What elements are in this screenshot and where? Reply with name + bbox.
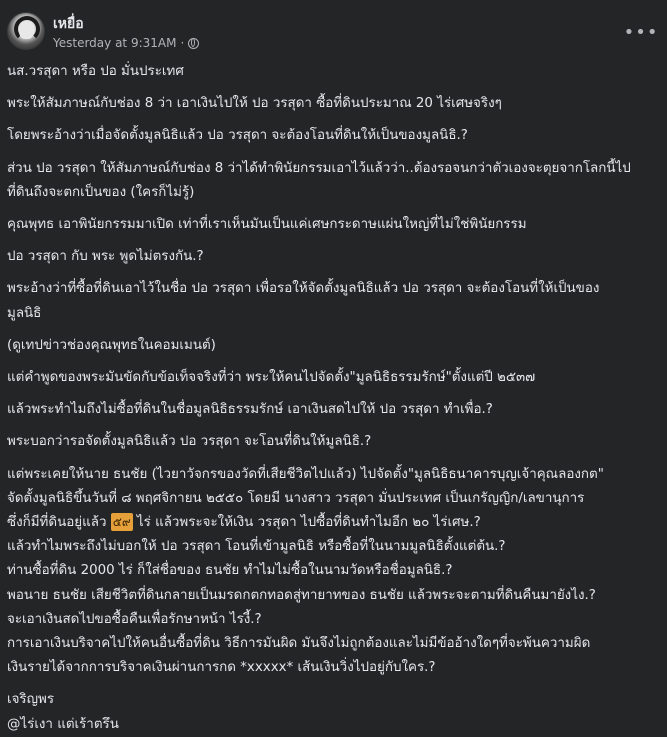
- globe-icon[interactable]: [188, 37, 200, 49]
- post-line: จัดตั้งมูลนิธิขึ้นวันที่ ๘ พฤศจิกายน ๒๕๕…: [7, 490, 585, 506]
- more-options-button[interactable]: •••: [624, 18, 658, 46]
- author-name[interactable]: เหยื่อ: [53, 13, 84, 35]
- avatar[interactable]: [7, 12, 45, 50]
- facebook-post: เหยื่อ Yesterday at 9:31AM · ••• นส.วรสุ…: [0, 0, 667, 732]
- meta-separator: ·: [180, 36, 185, 50]
- post-mention[interactable]: @ไร่เงา แต่เร้าตรึน: [7, 713, 657, 737]
- post-line: พอนาย ธนชัย เสียชีวิตที่ดินกลายเป็นมรดกต…: [7, 587, 596, 603]
- post-body: นส.วรสุดา หรือ ปอ มั่นประเทศ พระให้สัมภา…: [7, 60, 657, 737]
- post-line-part: ไร่ แล้วพระจะให้เงิน วรสุดา ไปซื้อที่ดิน…: [136, 515, 481, 531]
- post-line: พระให้สัมภาษณ์กับช่อง 8 ว่า เอาเงินไปให้…: [7, 96, 502, 112]
- post-line: ปอ วรสุดา กับ พระ พูดไม่ตรงกัน.?: [7, 249, 204, 265]
- post-line: พระบอกว่ารอจัดตั้งมูลนิธิแล้ว ปอ วรสุดา …: [7, 434, 372, 450]
- post-line: โดยพระอ้างว่าเมื่อจัดตั้งมูลนิธิแล้ว ปอ …: [7, 128, 468, 144]
- post-line-with-badge: ซึ่งก็มีที่ดินอยู่แล้ว ๕๙ ไร่ แล้วพระจะใ…: [7, 511, 657, 535]
- post-timestamp[interactable]: Yesterday at 9:31AM: [53, 36, 176, 50]
- post-header: เหยื่อ Yesterday at 9:31AM · •••: [0, 0, 667, 64]
- post-line: แต่พระเคยให้นาย ธนชัย (ไวยาวัจกรของวัดที…: [7, 466, 604, 482]
- number-badge: ๕๙: [110, 513, 133, 532]
- post-line: มูลนิธิ: [7, 305, 42, 321]
- post-signature: เจริญพร: [7, 692, 55, 708]
- post-line: การเอาเงินบริจาคไปให้คนอื่นซื้อที่ดิน วิ…: [7, 636, 591, 652]
- post-line: ที่ดินถึงจะตกเป็นของ (ใครก็ไม่รู้): [7, 184, 195, 200]
- post-line: แต่คำพูดของพระมันขัดกับข้อเท็จจริงที่ว่า…: [7, 370, 536, 386]
- post-line: แล้วพระทำไมถึงไม่ซื้อที่ดินในชื่อมูลนิธิ…: [7, 402, 493, 418]
- post-line: แล้วทำไมพระถึงไม่บอกให้ ปอ วรสุดา โอนที่…: [7, 539, 506, 555]
- post-meta: Yesterday at 9:31AM ·: [53, 36, 200, 50]
- post-line: นส.วรสุดา หรือ ปอ มั่นประเทศ: [7, 64, 184, 79]
- post-line: ส่วน ปอ วรสุดา ให้สัมภาษณ์กับช่อง 8 ว่าไ…: [7, 160, 631, 176]
- post-line: คุณพุทธ เอาพินัยกรรมมาเปิด เท่าที่เราเห็…: [7, 217, 527, 233]
- post-line-part: ซึ่งก็มีที่ดินอยู่แล้ว: [7, 515, 107, 531]
- avatar-face: [19, 21, 34, 39]
- post-line: พระอ้างว่าที่ซื้อที่ดินเอาไว้ในชื่อ ปอ ว…: [7, 281, 600, 297]
- post-line: (ดูเทปข่าวช่องคุณพุทธในคอมเมนต์): [7, 337, 216, 353]
- more-options-icon: •••: [623, 21, 659, 43]
- post-line: เงินรายได้จากการบริจาคเงินผ่านการกด *xxx…: [7, 660, 436, 676]
- post-line: จะเอาเงินสดไปขอซื้อคืนเพื่อรักษาหน้า ไรง…: [7, 611, 262, 627]
- post-line: ท่านซื้อที่ดิน 2000 ไร่ ก็ใส่ชื่อของ ธนช…: [7, 563, 453, 579]
